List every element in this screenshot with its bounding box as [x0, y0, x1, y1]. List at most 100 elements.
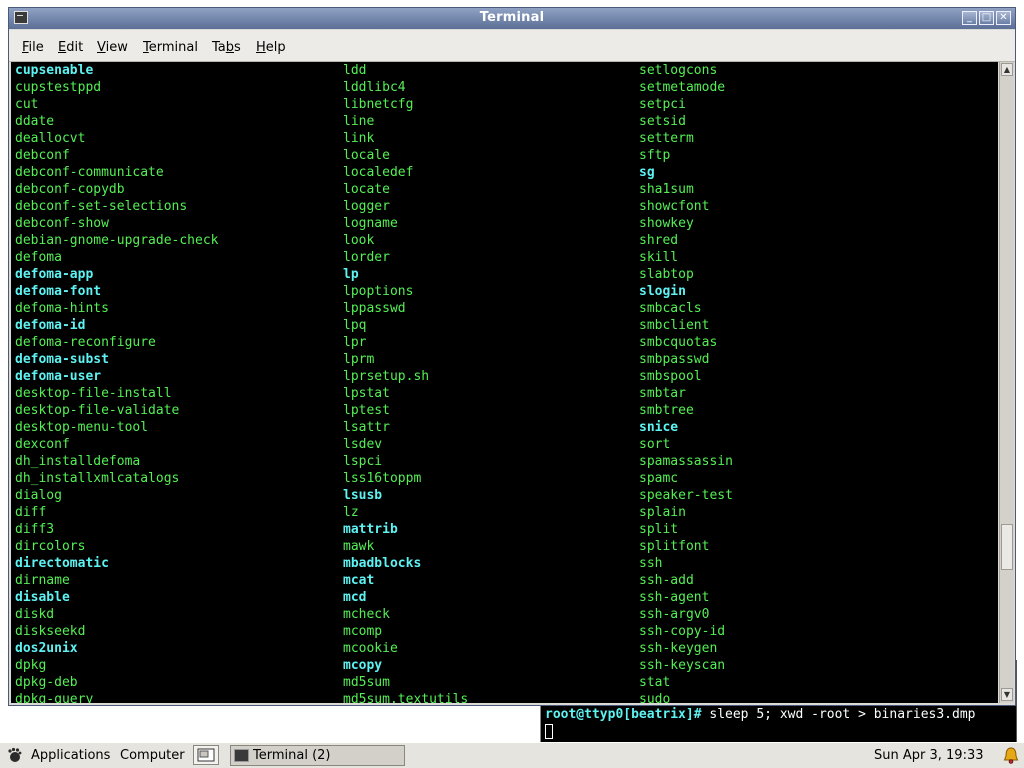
- command-entry: lss16toppm: [343, 471, 422, 486]
- command-entry: showkey: [639, 216, 694, 231]
- command-entry: libnetcfg: [343, 97, 414, 112]
- minimize-button[interactable]: _: [962, 11, 977, 25]
- command-entry: desktop-file-validate: [15, 403, 180, 418]
- command-entry: ssh-argv0: [639, 607, 710, 622]
- menu-edit[interactable]: Edit: [58, 40, 83, 55]
- shell-prompt: root@ttyp0[beatrix]#: [545, 707, 702, 722]
- command-entry: mcopy: [343, 658, 383, 673]
- command-entry: lsdev: [343, 437, 383, 452]
- command-entry: defoma-hints: [15, 301, 109, 316]
- scrollbar-thumb[interactable]: [1001, 524, 1013, 570]
- command-entry: lprsetup.sh: [343, 369, 430, 384]
- command-entry: defoma-app: [15, 267, 94, 282]
- clock[interactable]: Sun Apr 3, 19:33: [874, 748, 983, 763]
- menu-help[interactable]: Help: [256, 40, 286, 55]
- command-entry: shred: [639, 233, 679, 248]
- background-window-edge: [1016, 660, 1024, 742]
- command-entry: ssh-copy-id: [639, 624, 726, 639]
- menu-tabs[interactable]: Tabs: [212, 40, 241, 55]
- command-entry: spamassassin: [639, 454, 733, 469]
- scroll-up-arrow-icon[interactable]: ▲: [1001, 63, 1013, 76]
- second-terminal[interactable]: root@ttyp0[beatrix]# sleep 5; xwd -root …: [540, 706, 1016, 742]
- command-entry: smbclient: [639, 318, 710, 333]
- command-entry: mawk: [343, 539, 375, 554]
- close-button[interactable]: ✕: [996, 11, 1011, 25]
- command-entry: deallocvt: [15, 131, 86, 146]
- command-entry: lddlibc4: [343, 80, 406, 95]
- command-entry: ddate: [15, 114, 55, 129]
- command-entry: splain: [639, 505, 686, 520]
- command-entry: defoma-id: [15, 318, 86, 333]
- taskbar-item-terminal[interactable]: Terminal (2): [230, 745, 405, 766]
- command-entry: sftp: [639, 148, 671, 163]
- command-entry: ssh-keyscan: [639, 658, 726, 673]
- command-entry: mcomp: [343, 624, 383, 639]
- command-entry: line: [343, 114, 375, 129]
- command-entry: lsusb: [343, 488, 383, 503]
- menu-file[interactable]: File: [22, 40, 44, 55]
- show-desktop-button[interactable]: [193, 745, 219, 765]
- title-bar[interactable]: Terminal _ □ ✕: [9, 8, 1015, 29]
- output-column-2: ldd lddlibc4 libnetcfg line link locale locale…: [343, 62, 468, 703]
- computer-menu[interactable]: Computer: [120, 748, 185, 763]
- command-entry: link: [343, 131, 375, 146]
- maximize-button[interactable]: □: [979, 11, 994, 25]
- command-entry: mcd: [343, 590, 367, 605]
- command-entry: dh_installxmlcatalogs: [15, 471, 180, 486]
- menu-terminal-label: erminal: [148, 40, 198, 55]
- command-entry: dialog: [15, 488, 62, 503]
- menu-help-label: elp: [265, 40, 286, 55]
- command-entry: cupsenable: [15, 63, 94, 78]
- shell-command: sleep 5; xwd -root > binaries3.dmp: [701, 707, 976, 722]
- scroll-down-arrow-icon[interactable]: ▼: [1001, 688, 1013, 701]
- command-entry: desktop-menu-tool: [15, 420, 149, 435]
- command-entry: cut: [15, 97, 39, 112]
- command-entry: slogin: [639, 284, 686, 299]
- command-entry: dpkg-query: [15, 692, 94, 703]
- command-entry: debconf-copydb: [15, 182, 125, 197]
- menu-file-label: ile: [28, 40, 44, 55]
- menu-view-mnemonic: V: [97, 40, 106, 55]
- text-cursor: [545, 724, 553, 739]
- command-entry: localedef: [343, 165, 414, 180]
- menu-tabs-mnemonic: b: [225, 40, 235, 55]
- notification-bell-icon[interactable]: [1003, 747, 1019, 764]
- taskbar-item-label: Terminal (2): [253, 748, 331, 763]
- command-entry: lspci: [343, 454, 383, 469]
- command-entry: ssh-add: [639, 573, 694, 588]
- command-entry: dh_installdefoma: [15, 454, 141, 469]
- command-entry: lp: [343, 267, 359, 282]
- menu-terminal[interactable]: Terminal: [143, 40, 198, 55]
- vertical-scrollbar[interactable]: ▲ ▼: [999, 62, 1014, 703]
- command-entry: setpci: [639, 97, 686, 112]
- gnome-foot-icon[interactable]: [6, 747, 22, 763]
- command-entry: smbcacls: [639, 301, 702, 316]
- output-column-3: setlogcons setmetamode setpci setsid setterm…: [639, 62, 733, 703]
- terminal-window: Terminal _ □ ✕ File Edit View Terminal T…: [8, 7, 1016, 706]
- applications-menu[interactable]: Applications: [31, 748, 110, 763]
- command-entry: locale: [343, 148, 390, 163]
- terminal-icon: [234, 749, 249, 762]
- command-entry: logname: [343, 216, 398, 231]
- menu-edit-mnemonic: E: [58, 40, 67, 55]
- command-entry: mattrib: [343, 522, 398, 537]
- command-entry: dirname: [15, 573, 70, 588]
- command-entry: defoma-font: [15, 284, 102, 299]
- command-entry: mcat: [343, 573, 375, 588]
- command-entry: lz: [343, 505, 359, 520]
- command-entry: setlogcons: [639, 63, 718, 78]
- command-entry: diff3: [15, 522, 55, 537]
- command-entry: dpkg-deb: [15, 675, 78, 690]
- terminal-output[interactable]: cupsenable cupstestppd cut ddate deallocvt de…: [11, 62, 998, 703]
- menu-view[interactable]: View: [97, 40, 128, 55]
- command-entry: smbcquotas: [639, 335, 718, 350]
- command-entry: locate: [343, 182, 390, 197]
- menu-edit-label: dit: [66, 40, 84, 55]
- command-entry: stat: [639, 675, 671, 690]
- command-entry: setmetamode: [639, 80, 726, 95]
- output-column-1: cupsenable cupstestppd cut ddate deallocvt de…: [15, 62, 219, 703]
- command-entry: defoma-user: [15, 369, 102, 384]
- command-entry: ldd: [343, 63, 367, 78]
- command-entry: debconf-set-selections: [15, 199, 188, 214]
- command-entry: debconf-show: [15, 216, 109, 231]
